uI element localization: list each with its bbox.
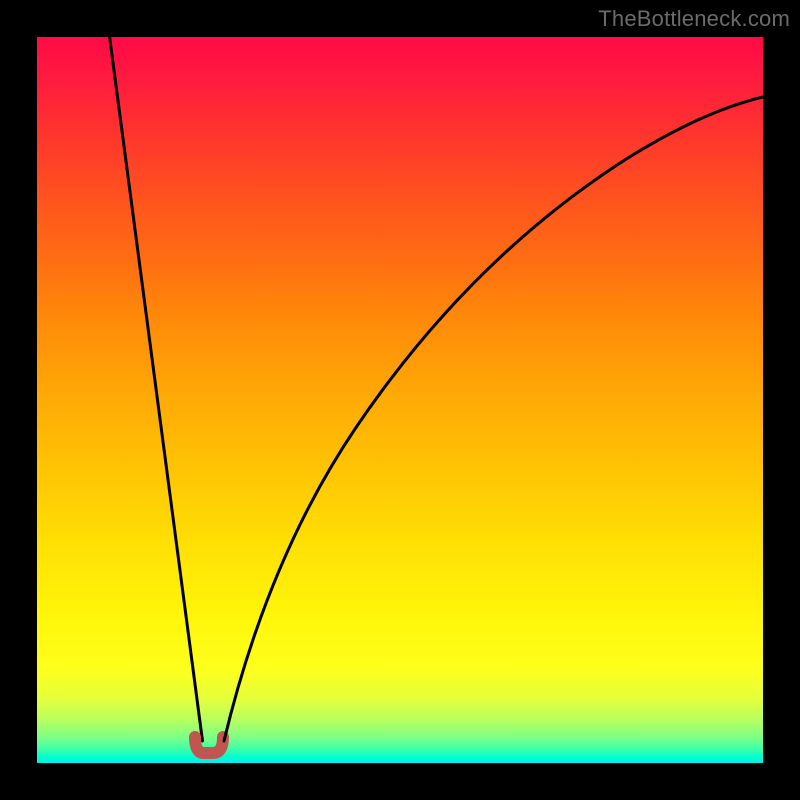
chart-frame: TheBottleneck.com: [0, 0, 800, 800]
dip-marker: [195, 737, 223, 753]
curve-left-branch: [110, 37, 203, 741]
curve-right-branch: [224, 97, 763, 741]
bottleneck-curve: [37, 37, 763, 763]
watermark-text: TheBottleneck.com: [598, 6, 790, 32]
plot-area: [37, 37, 763, 763]
